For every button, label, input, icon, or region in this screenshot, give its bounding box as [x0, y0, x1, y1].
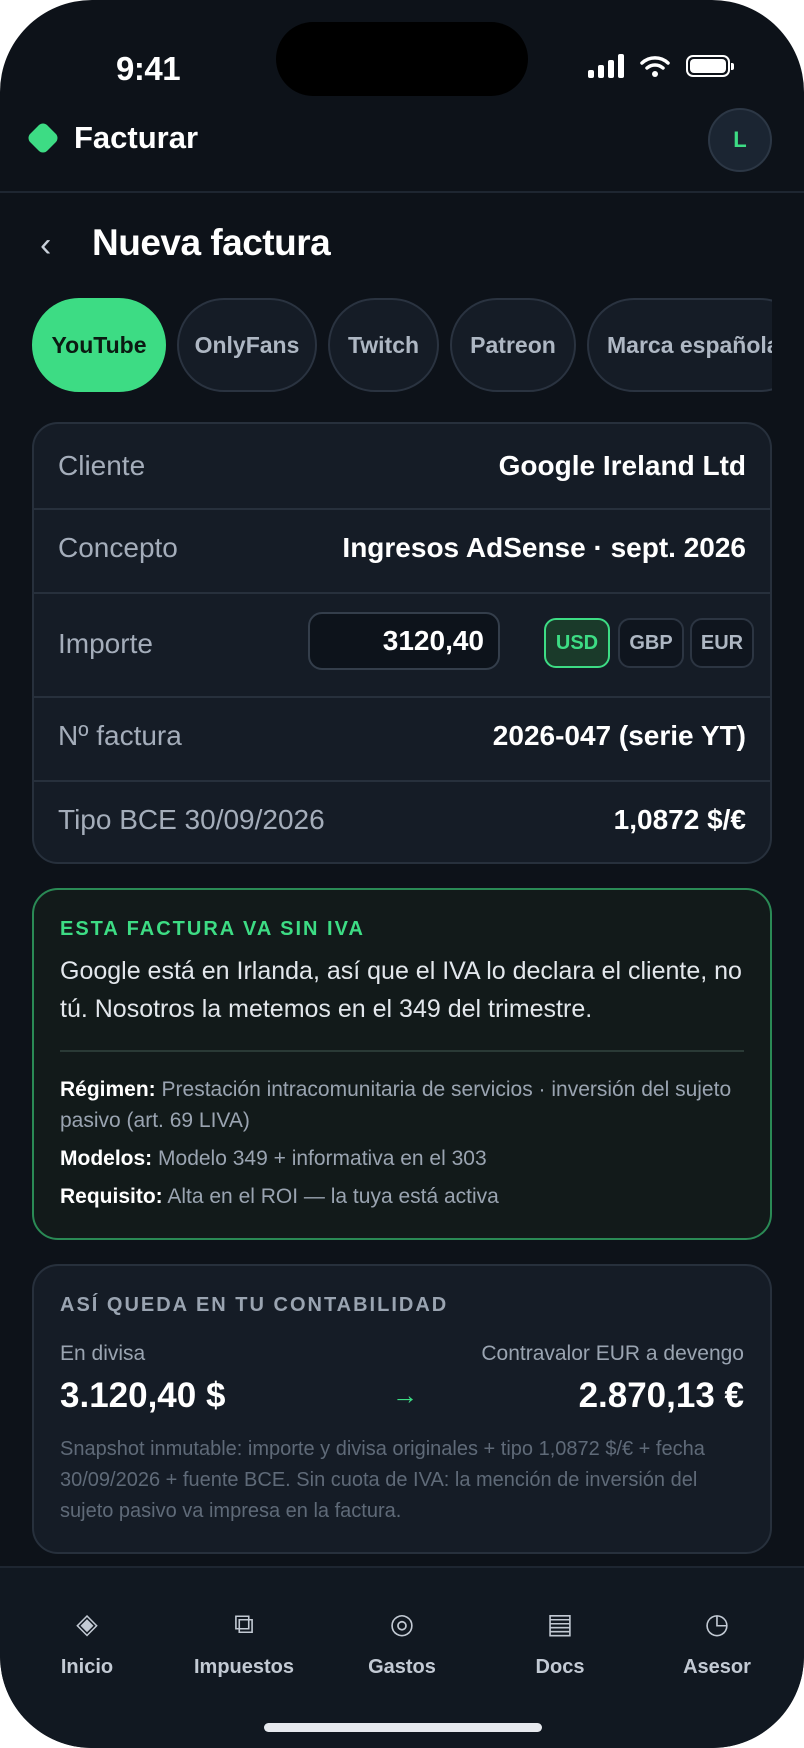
platform-chips: YouTube OnlyFans Twitch Patreon Marca es…	[32, 298, 772, 396]
tab-gastos[interactable]: ◎ Gastos	[327, 1604, 477, 1679]
chip-onlyfans[interactable]: OnlyFans	[177, 298, 317, 392]
currency-usd-button[interactable]: USD	[544, 618, 610, 668]
invoice-number-row[interactable]: Nº factura 2026-047 (serie YT)	[34, 696, 770, 782]
home-diamond-icon: ◈	[76, 1608, 98, 1639]
tab-label: Asesor	[683, 1656, 751, 1678]
invoice-number-value: 2026-047 (serie YT)	[492, 720, 746, 751]
eur-amount-label: Contravalor EUR a devengo	[481, 1342, 744, 1365]
arrow-right-icon: →	[392, 1380, 418, 1410]
taxes-icon: ⧉	[234, 1608, 254, 1639]
page-title: Nueva factura	[92, 222, 331, 263]
tab-label: Docs	[535, 1656, 585, 1678]
advisor-icon: ◷	[704, 1608, 730, 1639]
phone-screen: 9:41 Facturar L ‹ Nueva factura YouTube …	[0, 0, 804, 1748]
invoice-form-card: Cliente Google Ireland Ltd Concepto Ingr…	[32, 422, 772, 864]
avatar[interactable]: L	[708, 108, 772, 172]
tab-inicio[interactable]: ◈ Inicio	[12, 1604, 162, 1679]
exchange-rate-label: Tipo BCE 30/09/2026	[58, 804, 325, 835]
chip-patreon[interactable]: Patreon	[450, 298, 576, 392]
regime-label: Régimen:	[60, 1078, 156, 1101]
currency-eur-button[interactable]: EUR	[690, 618, 754, 668]
app-name: Facturar	[74, 120, 199, 155]
tab-impuestos[interactable]: ⧉ Impuestos	[169, 1604, 319, 1679]
models-line: Modelos: Modelo 349 + informativa en el …	[60, 1143, 750, 1174]
regime-line: Régimen: Prestación intracomunitaria de …	[60, 1074, 750, 1136]
chip-marca-espanola[interactable]: Marca española	[587, 298, 772, 392]
requirement-label: Requisito:	[60, 1185, 163, 1208]
tab-docs[interactable]: ▤ Docs	[485, 1604, 635, 1679]
regime-value: Prestación intracomunitaria de servicios…	[60, 1078, 732, 1132]
currency-gbp-button[interactable]: GBP	[618, 618, 684, 668]
status-time: 9:41	[116, 50, 181, 87]
vat-notice-title: ESTA FACTURA VA SIN IVA	[60, 918, 365, 940]
dynamic-island	[276, 22, 528, 96]
status-icons	[588, 54, 734, 78]
client-label: Cliente	[58, 450, 146, 481]
models-value: Modelo 349 + informativa en el 303	[158, 1147, 487, 1170]
client-value: Google Ireland Ltd	[498, 450, 746, 481]
exchange-rate-value: 1,0872 $/€	[613, 804, 746, 835]
tab-label: Inicio	[60, 1656, 114, 1678]
tab-label: Gastos	[368, 1656, 436, 1678]
vat-notice-card: ESTA FACTURA VA SIN IVA Google está en I…	[32, 888, 772, 1240]
docs-icon: ▤	[546, 1608, 574, 1639]
accounting-card: ASÍ QUEDA EN TU CONTABILIDAD En divisa C…	[32, 1264, 772, 1554]
invoice-number-label: Nº factura	[58, 720, 182, 751]
tab-label: Impuestos	[193, 1656, 295, 1678]
amount-input[interactable]: 3120,40	[308, 612, 500, 670]
requirement-line: Requisito: Alta en el ROI — la tuya está…	[60, 1181, 750, 1212]
exchange-rate-row: Tipo BCE 30/09/2026 1,0872 $/€	[34, 780, 770, 862]
vat-divider	[60, 1050, 744, 1052]
accounting-title: ASÍ QUEDA EN TU CONTABILIDAD	[60, 1294, 449, 1316]
eur-amount-value: 2.870,13 €	[578, 1376, 744, 1415]
requirement-value: Alta en el ROI — la tuya está activa	[167, 1185, 499, 1208]
cellular-signal-icon	[588, 54, 624, 78]
amount-label: Importe	[58, 628, 153, 659]
models-label: Modelos:	[60, 1147, 153, 1170]
home-indicator[interactable]	[264, 1723, 542, 1732]
app-header: Facturar L	[0, 96, 804, 193]
concept-row[interactable]: Concepto Ingresos AdSense · sept. 2026	[34, 508, 770, 594]
accounting-note: Snapshot inmutable: importe y divisa ori…	[60, 1438, 705, 1522]
foreign-amount-label: En divisa	[60, 1342, 146, 1365]
concept-label: Concepto	[58, 532, 178, 563]
wifi-icon	[640, 56, 670, 77]
chip-youtube[interactable]: YouTube	[32, 298, 166, 392]
bottom-tab-bar: ◈ Inicio ⧉ Impuestos ◎ Gastos ▤ Docs ◷ A…	[0, 1566, 804, 1748]
vat-details: Régimen: Prestación intracomunitaria de …	[60, 1074, 750, 1219]
brand-logo-icon	[26, 121, 60, 155]
concept-value: Ingresos AdSense · sept. 2026	[342, 532, 746, 563]
vat-notice-description: Google está en Irlanda, así que el IVA l…	[60, 957, 742, 1023]
expenses-icon: ◎	[389, 1608, 415, 1639]
client-row[interactable]: Cliente Google Ireland Ltd	[34, 424, 770, 510]
back-chevron-icon[interactable]: ‹	[40, 226, 51, 265]
battery-icon	[686, 55, 734, 77]
foreign-amount-value: 3.120,40 $	[60, 1376, 226, 1415]
chip-twitch[interactable]: Twitch	[328, 298, 439, 392]
amount-row: Importe 3120,40 USD GBP EUR	[34, 592, 770, 698]
tab-asesor[interactable]: ◷ Asesor	[642, 1604, 792, 1679]
